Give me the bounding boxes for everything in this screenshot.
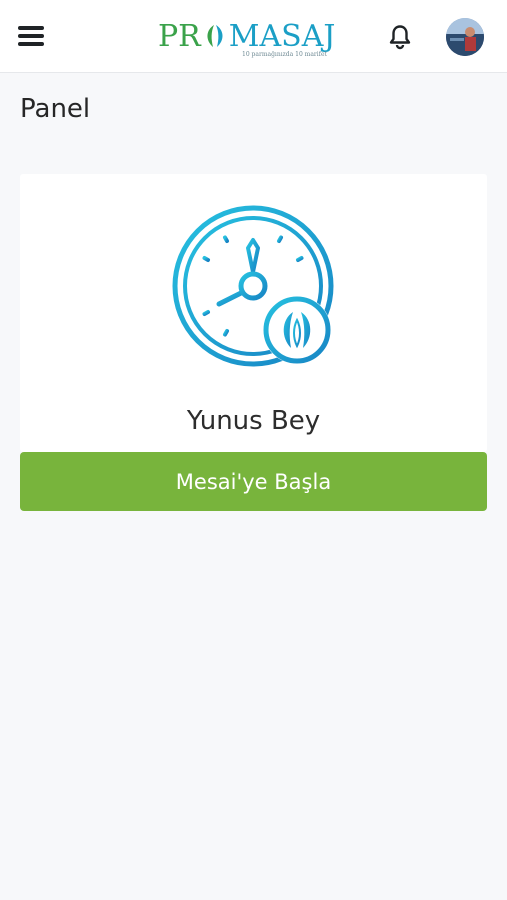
leaf-icon: [207, 25, 223, 47]
user-avatar[interactable]: [446, 18, 484, 56]
hamburger-menu-icon[interactable]: [18, 24, 46, 48]
bell-icon[interactable]: [388, 24, 412, 50]
clock-icon: [172, 205, 334, 367]
logo-wordmark: PR MASAJ: [158, 19, 336, 54]
app-logo[interactable]: PR MASAJ 10 parmağınızda 10 marifet: [158, 20, 350, 60]
status-card: Yunus Bey: [20, 174, 487, 452]
start-shift-button[interactable]: Mesai'ye Başla: [20, 452, 487, 511]
user-name: Yunus Bey: [186, 406, 321, 436]
avatar-photo: [446, 18, 484, 56]
logo-tagline: 10 parmağınızda 10 marifet: [242, 51, 327, 58]
page-title: Panel: [20, 94, 91, 124]
top-bar: PR MASAJ 10 parmağınızda 10 marifet: [0, 0, 507, 73]
